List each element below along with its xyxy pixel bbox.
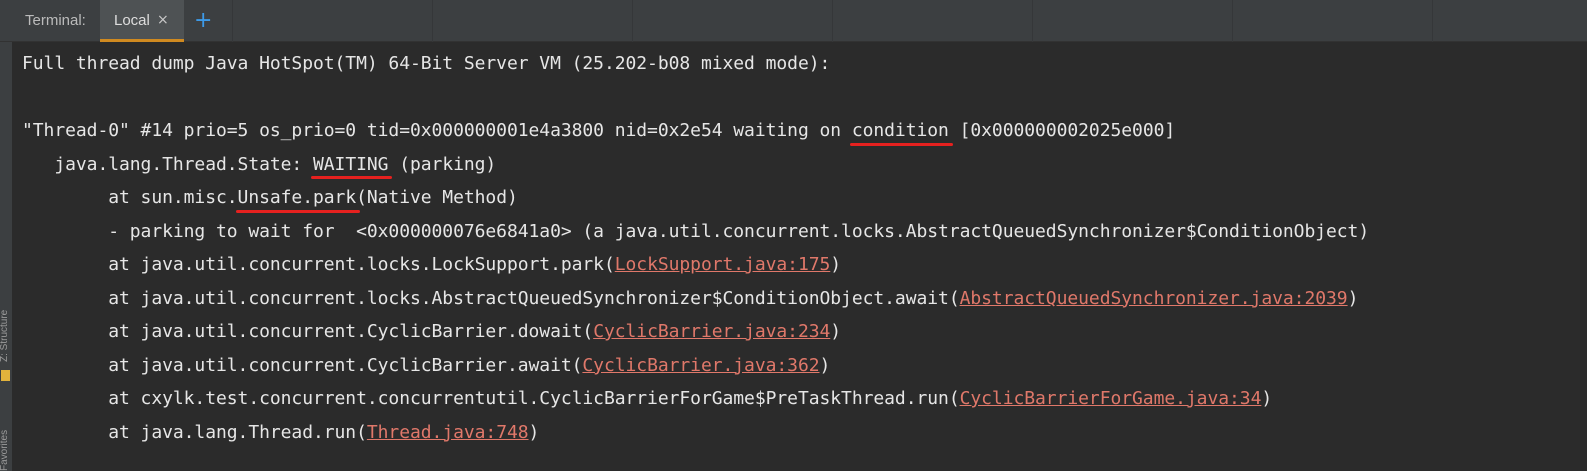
source-link[interactable]: CyclicBarrier.java:234: [593, 321, 830, 342]
condition-highlight: condition: [849, 114, 953, 148]
stack-frame-text: at java.util.concurrent.locks.LockSuppor…: [22, 254, 615, 275]
close-icon[interactable]: ×: [157, 12, 169, 28]
structure-tool-button[interactable]: Z: Structure: [0, 310, 10, 362]
stack-frame-text: at cxylk.test.concurrent.concurrentutil.…: [22, 388, 960, 409]
tabbar-separator: [1232, 0, 1233, 42]
source-link[interactable]: LockSupport.java:175: [615, 254, 831, 275]
left-tool-strip: [0, 42, 12, 471]
thread-state-detail: (parking): [388, 153, 497, 175]
output-line: "Thread-0" #14 prio=5 os_prio=0 tid=0x00…: [22, 114, 1582, 148]
stack-frame-text: ): [830, 321, 842, 342]
thread-state-label: java.lang.Thread.State:: [22, 153, 313, 175]
stack-frame-line: at cxylk.test.concurrent.concurrentutil.…: [22, 382, 1582, 416]
stack-frame-text: at java.util.concurrent.CyclicBarrier.do…: [22, 321, 594, 342]
output-line: Full thread dump Java HotSpot(TM) 64-Bit…: [22, 47, 1582, 81]
tab-local[interactable]: Local: [100, 0, 184, 42]
output-line: at sun.misc.Unsafe.park(Native Method): [22, 181, 1582, 215]
waiting-state-highlight: WAITING: [310, 148, 393, 182]
tabbar-separator: [832, 0, 833, 42]
stack-frame-line: at java.util.concurrent.locks.LockSuppor…: [22, 248, 1582, 282]
source-link[interactable]: CyclicBarrierForGame.java:34: [960, 388, 1262, 409]
output-line-blank: [22, 81, 1582, 115]
terminal-panel-title: Terminal:: [25, 12, 86, 29]
tab-local-label: Local: [114, 12, 150, 29]
source-link[interactable]: Thread.java:748: [367, 422, 529, 443]
stack-frame-text: at java.util.concurrent.locks.AbstractQu…: [22, 287, 960, 309]
unsafe-park-highlight: Unsafe.park: [235, 181, 360, 215]
structure-icon[interactable]: [1, 370, 10, 381]
terminal-output[interactable]: Full thread dump Java HotSpot(TM) 64-Bit…: [22, 47, 1582, 449]
output-line: java.lang.Thread.State: WAITING (parking…: [22, 148, 1582, 182]
vm-header-text: Full thread dump Java HotSpot(TM) 64-Bit…: [22, 53, 831, 74]
tab-active-indicator: [100, 39, 184, 42]
source-link[interactable]: CyclicBarrier.java:362: [582, 355, 819, 376]
tabbar-separator: [1032, 0, 1033, 42]
tabbar-separator: [432, 0, 433, 42]
thread-header-address: [0x000000002025e000]: [948, 120, 1176, 141]
terminal-tab-bar: Terminal: Local × +: [0, 0, 1587, 42]
favorites-tool-button[interactable]: Favorites: [0, 430, 10, 471]
stack-frame-text: (Native Method): [356, 187, 518, 208]
stack-frame-line: at java.util.concurrent.CyclicBarrier.aw…: [22, 349, 1582, 383]
tabbar-separator: [632, 0, 633, 42]
stack-frame-line: at java.lang.Thread.run(Thread.java:748): [22, 416, 1582, 450]
add-tab-icon[interactable]: +: [194, 9, 212, 33]
stack-frame-text: at sun.misc.: [22, 187, 238, 208]
stack-frame-text: ): [819, 354, 831, 376]
stack-frame-text: at java.util.concurrent.CyclicBarrier.aw…: [22, 354, 583, 376]
stack-frame-line: at java.util.concurrent.CyclicBarrier.do…: [22, 315, 1582, 349]
tabbar-separator: [232, 0, 233, 42]
thread-header-text: "Thread-0" #14 prio=5 os_prio=0 tid=0x00…: [22, 120, 852, 141]
stack-frame-text: ): [830, 254, 842, 275]
output-line: - parking to wait for <0x000000076e6841a…: [22, 215, 1582, 249]
stack-frame-text: ): [1261, 388, 1273, 409]
source-link[interactable]: AbstractQueuedSynchronizer.java:2039: [960, 288, 1348, 309]
stack-frame-line: at java.util.concurrent.locks.AbstractQu…: [22, 282, 1582, 316]
stack-frame-text: ): [1347, 287, 1359, 309]
tabbar-separator: [1432, 0, 1433, 42]
stack-frame-text: ): [528, 421, 540, 443]
terminal-window: Terminal: Local × + Z: Structure Favorit…: [0, 0, 1587, 471]
stack-frame-text: at java.lang.Thread.run(: [22, 421, 367, 443]
parking-info-text: - parking to wait for <0x000000076e6841a…: [22, 220, 1370, 242]
